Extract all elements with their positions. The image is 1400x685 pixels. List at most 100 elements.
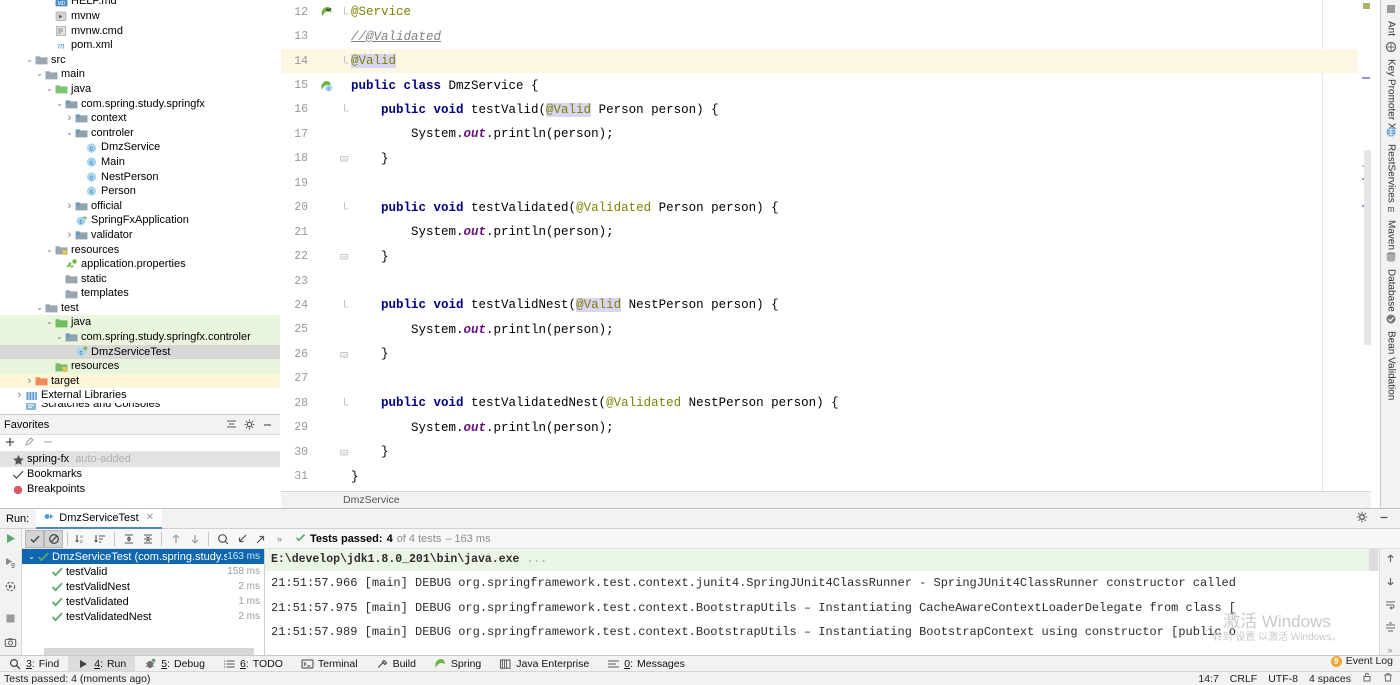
favorite-item-breakpoints[interactable]: Breakpoints [0,482,280,497]
code-line[interactable]: 21 System.out.println(person); [281,220,1371,244]
test-row-testvalidnest[interactable]: testValidNest 2 ms [22,579,264,594]
tree-item-nestperson[interactable]: c NestPerson [0,170,280,185]
project-tool-window[interactable]: MD HELP.md mvnw mvnw.cmd m pom.xml ⌄ src ⌄ main ⌄ j… [0,0,280,414]
code-line[interactable]: 24 public void testValidNest(@Valid Nest… [281,293,1371,317]
run-side-toolbar[interactable]: 9 » [0,529,22,685]
code-line[interactable]: 22 } [281,244,1371,268]
more-console-options-button[interactable]: » [1387,645,1392,655]
indent-setting[interactable]: 4 spaces [1309,673,1351,685]
breadcrumb[interactable]: DmzService [281,491,1371,508]
test-row-testvalidated[interactable]: testValidated 1 ms [22,594,264,609]
tree-item-mvnw-cmd[interactable]: mvnw.cmd [0,24,280,39]
right-tab-key-promoter-x[interactable]: Key Promoter X [1381,38,1400,130]
bottom-tab-build[interactable]: Build [367,656,425,672]
right-tab-maven[interactable]: m Maven [1381,199,1400,250]
code-line[interactable]: 26 } [281,342,1371,366]
tree-item-external-libraries[interactable]: › External Libraries [0,388,280,403]
show-passed-toggle[interactable] [25,529,44,548]
tree-item-com-spring-study-springfx[interactable]: ⌄ com.spring.study.springfx [0,97,280,112]
fold-collapse-icon[interactable] [337,299,351,311]
toggle-auto-test-button[interactable] [4,580,17,596]
favorite-item-bookmarks[interactable]: Bookmarks [0,467,280,482]
soft-wrap-button[interactable] [1385,599,1396,613]
code-line[interactable]: 14 @Valid [281,48,1371,74]
tree-item-application-properties[interactable]: application.properties [0,257,280,272]
export-tests-button[interactable] [251,530,270,548]
spring-bean-gutter-icon[interactable] [315,6,337,18]
tree-item-java[interactable]: ⌄ java [0,315,280,331]
scrollbar-thumb[interactable] [1364,150,1371,345]
tree-item-mvnw[interactable]: mvnw [0,9,280,24]
chevron-down-icon[interactable]: ⌄ [44,315,55,330]
editor-scrollbar[interactable] [1358,0,1371,491]
line-separator[interactable]: CRLF [1230,673,1257,685]
code-line[interactable]: 12 @Service [281,0,1371,24]
fold-collapse-icon[interactable] [337,55,351,67]
code-line[interactable]: 15 c public class DmzService { [281,73,1371,97]
code-line[interactable]: 17 System.out.println(person); [281,122,1371,146]
code-line[interactable]: 19 [281,171,1371,195]
chevron-down-icon[interactable]: ⌄ [54,330,65,345]
bottom-tab-find[interactable]: 3: Find [0,656,68,672]
chevron-down-icon[interactable]: ⌄ [34,301,45,316]
code-line[interactable]: 27 [281,367,1371,391]
code-line[interactable]: 28 public void testValidatedNest(@Valida… [281,391,1371,415]
tree-item-java[interactable]: ⌄ java [0,82,280,97]
tree-item-main[interactable]: c Main [0,155,280,170]
bottom-tab-java-enterprise[interactable]: Java Enterprise [490,656,598,672]
bottom-tab-run[interactable]: 4: Run [68,655,136,672]
tree-item-resources[interactable]: resources [0,359,280,374]
fold-expand-icon[interactable] [337,447,351,458]
minimize-icon[interactable] [1378,511,1390,526]
tree-item-context[interactable]: › context [0,111,280,126]
edit-favorite-icon[interactable] [24,436,34,450]
tree-item-target[interactable]: › target [0,373,280,389]
gear-icon[interactable] [240,417,258,433]
code-line[interactable]: 25 System.out.println(person); [281,318,1371,342]
trash-icon[interactable] [1383,672,1393,685]
collapse-all-button[interactable] [138,530,157,548]
fold-collapse-icon[interactable] [337,202,351,213]
caret-position[interactable]: 14:7 [1198,673,1218,685]
test-row-testvalidatednest[interactable]: testValidatedNest 2 ms [22,609,264,624]
console-output[interactable]: E:\develop\jdk1.8.0_201\bin\java.exe ...… [265,549,1400,655]
run-tool-window[interactable]: Run: DmzServiceTest ✕ 9 A Z » Tests pass… [0,508,1400,685]
tree-item-dmzservicetest[interactable]: c DmzServiceTest [0,344,280,360]
tree-item-help-md[interactable]: MD HELP.md [0,0,280,9]
sort-alphabetically-button[interactable]: AZ [72,530,91,548]
code-line[interactable]: 23 [281,269,1371,293]
bottom-tool-window-bar[interactable]: 3: Find 4: Run 5: Debug 6: TODO Terminal Build Spr… [0,655,1400,672]
chevron-right-icon[interactable]: › [64,111,75,126]
print-button[interactable] [1385,622,1396,636]
scroll-to-end-button[interactable] [1385,576,1396,590]
right-tool-strip[interactable]: Ant Key Promoter X RestServices m Maven Datab… [1380,0,1400,508]
code-line[interactable]: 18 } [281,147,1371,171]
tree-item-person[interactable]: c Person [0,184,280,199]
chevron-down-icon[interactable]: ⌄ [44,82,55,97]
sort-by-duration-button[interactable] [91,530,110,548]
tree-item-pom-xml[interactable]: m pom.xml [0,38,280,53]
minimize-icon[interactable] [258,417,276,433]
test-tree-scrollbar[interactable] [44,648,254,655]
tree-item-main[interactable]: ⌄ main [0,67,280,82]
expand-collapse-icon[interactable] [222,417,240,433]
more-options-button[interactable]: » [270,530,289,548]
rerun-failed-tests-button[interactable]: 9 [4,556,17,572]
favorites-tool-window[interactable]: Favorites spring-fx auto-added Bookmarks Br… [0,414,280,508]
tab-dmzservicetest[interactable]: DmzServiceTest ✕ [36,508,163,529]
console-scrollbar[interactable] [1369,549,1378,655]
chevron-down-icon[interactable]: ⌄ [54,97,65,112]
chevron-right-icon[interactable]: › [64,228,75,243]
tree-item-official[interactable]: › official [0,199,280,214]
file-encoding[interactable]: UTF-8 [1268,673,1298,685]
rerun-button[interactable] [4,532,17,548]
next-occurrence-button[interactable] [185,530,204,548]
tree-item-springfxapplication[interactable]: c SpringFxApplication [0,213,280,228]
fold-collapse-icon[interactable] [337,104,351,115]
tree-item-src[interactable]: ⌄ src [0,53,280,68]
code-line[interactable]: 29 System.out.println(person); [281,415,1371,439]
right-tab-ant[interactable]: Ant [1381,0,1400,36]
favorite-item-spring-fx[interactable]: spring-fx auto-added [0,452,280,467]
bottom-tab-messages[interactable]: 0: Messages [598,656,694,672]
fold-expand-icon[interactable] [337,251,351,262]
